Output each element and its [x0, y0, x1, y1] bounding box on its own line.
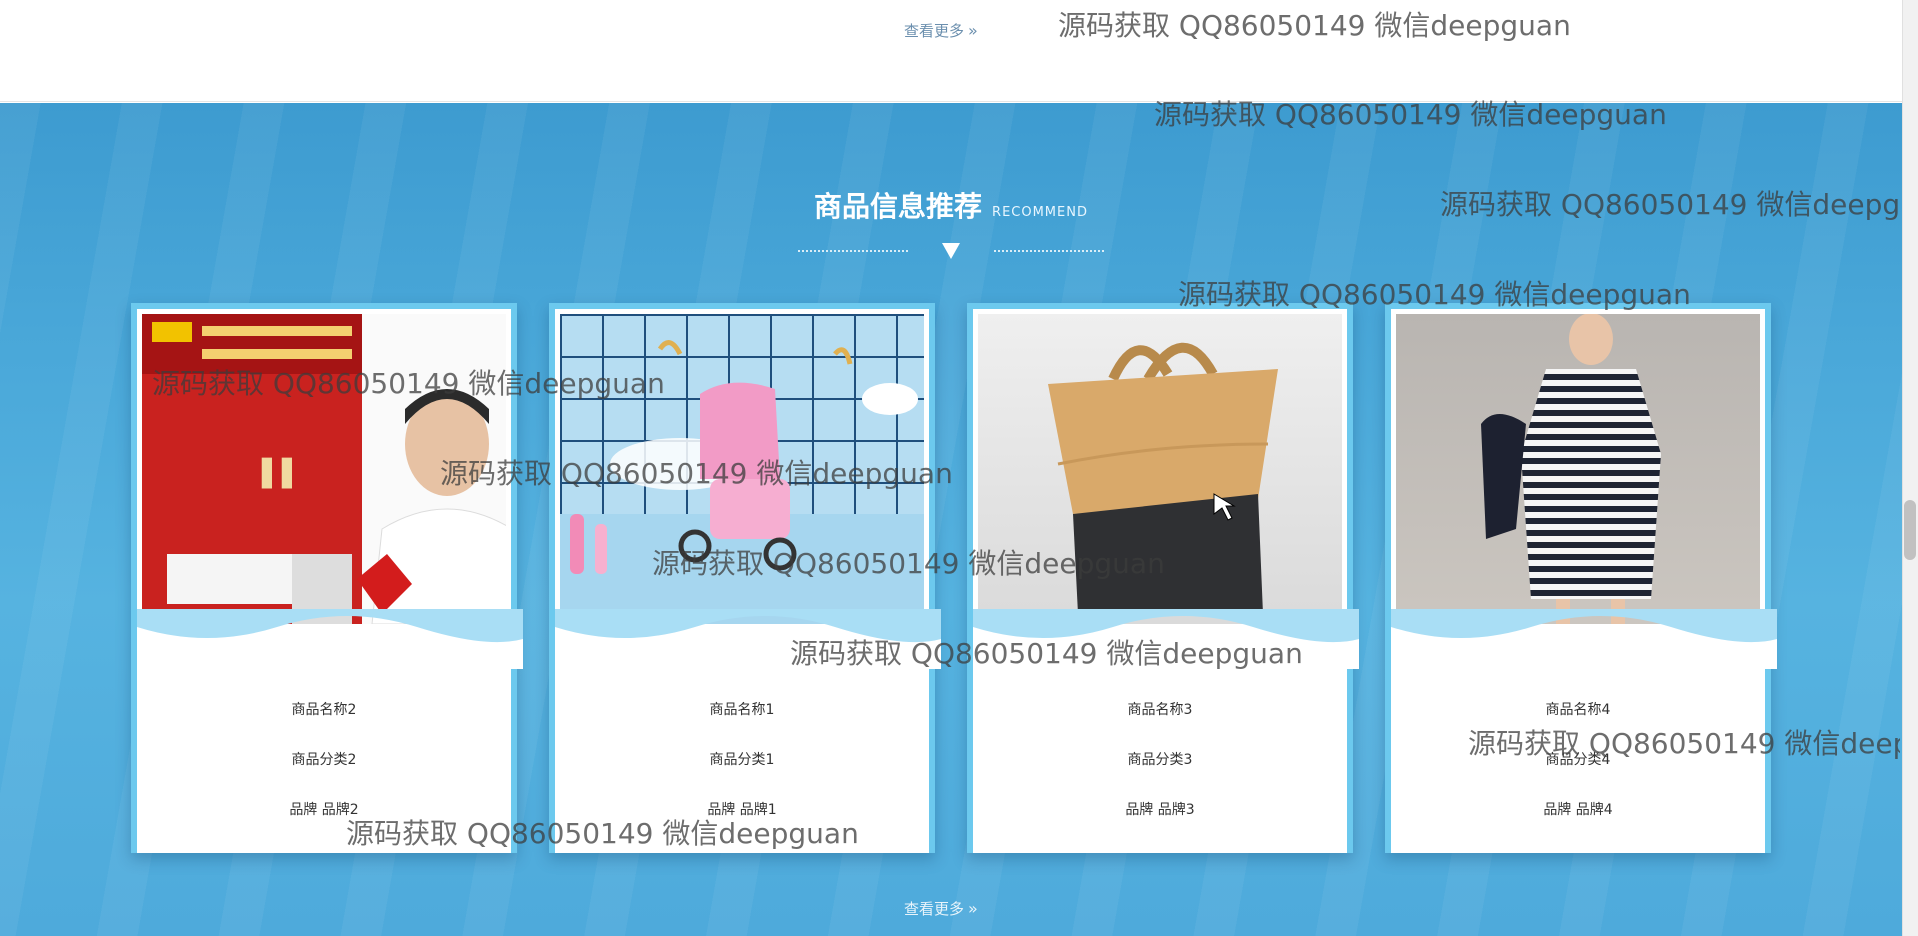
product-image[interactable] [560, 314, 924, 624]
previous-section-footer: 查看更多 » [0, 0, 1918, 102]
product-category: 商品分类4 [1545, 752, 1611, 768]
view-more-link-top[interactable]: 查看更多 » [904, 20, 978, 41]
wave-decoration [555, 609, 941, 669]
product-brand: 品牌 品牌2 [289, 802, 359, 818]
product-name[interactable]: 商品名称3 [973, 699, 1347, 749]
wave-decoration [137, 609, 523, 669]
product-info: 商品名称1 商品分类1 品牌 品牌1 [555, 699, 929, 849]
product-card[interactable]: 商品名称4 商品分类4 品牌 品牌4 [1385, 303, 1777, 853]
wave-decoration [973, 609, 1359, 669]
vertical-scrollbar[interactable] [1902, 0, 1918, 936]
product-name[interactable]: 商品名称2 [137, 699, 511, 749]
wave-decoration [1391, 609, 1777, 669]
bag-image [1048, 342, 1278, 614]
recommend-section: 商品信息推荐 RECOMMEND ▌▌ 商品名称2 商品分类2 品牌 品牌2 商… [0, 103, 1902, 936]
product-card[interactable]: ▌▌ 商品名称2 商品分类2 品牌 品牌2 [131, 303, 523, 853]
product-brand: 品牌 品牌1 [707, 802, 777, 818]
view-more-label: 查看更多 [904, 900, 965, 918]
view-more-link-bottom[interactable]: 查看更多 » [904, 898, 978, 919]
svg-text:▌▌: ▌▌ [261, 457, 302, 489]
scrollbar-thumb[interactable] [1904, 500, 1916, 560]
dress-image [1481, 314, 1661, 624]
dotted-line-right [994, 250, 1104, 252]
product-brand: 品牌 品牌4 [1543, 802, 1613, 818]
product-info: 商品名称3 商品分类3 品牌 品牌3 [973, 699, 1347, 849]
book-image: ▌▌ [142, 314, 506, 624]
stroller-image [560, 340, 924, 624]
section-subtitle: RECOMMEND [992, 205, 1088, 220]
view-more-label: 查看更多 [904, 22, 965, 40]
product-brand: 品牌 品牌3 [1125, 802, 1195, 818]
product-category: 商品分类2 [291, 752, 357, 768]
product-image[interactable] [978, 314, 1342, 624]
product-category: 商品分类1 [709, 752, 775, 768]
section-title: 商品信息推荐 [814, 190, 983, 223]
double-chevron-right-icon: » [968, 21, 978, 40]
dotted-line-left [798, 250, 908, 252]
section-header: 商品信息推荐 RECOMMEND [0, 185, 1902, 225]
product-card[interactable]: 商品名称3 商品分类3 品牌 品牌3 [967, 303, 1359, 853]
product-grid: ▌▌ 商品名称2 商品分类2 品牌 品牌2 商品名称1 商品分类1 品牌 品牌1… [131, 303, 1777, 936]
double-chevron-right-icon: » [968, 899, 978, 918]
down-arrow-icon [942, 243, 960, 259]
section-divider [798, 241, 1104, 261]
product-image[interactable] [1396, 314, 1760, 624]
product-card[interactable]: 商品名称1 商品分类1 品牌 品牌1 [549, 303, 941, 853]
product-info: 商品名称2 商品分类2 品牌 品牌2 [137, 699, 511, 849]
product-name[interactable]: 商品名称1 [555, 699, 929, 749]
product-info: 商品名称4 商品分类4 品牌 品牌4 [1391, 699, 1765, 849]
product-category: 商品分类3 [1127, 752, 1193, 768]
product-image[interactable]: ▌▌ [142, 314, 506, 624]
product-name[interactable]: 商品名称4 [1391, 699, 1765, 749]
